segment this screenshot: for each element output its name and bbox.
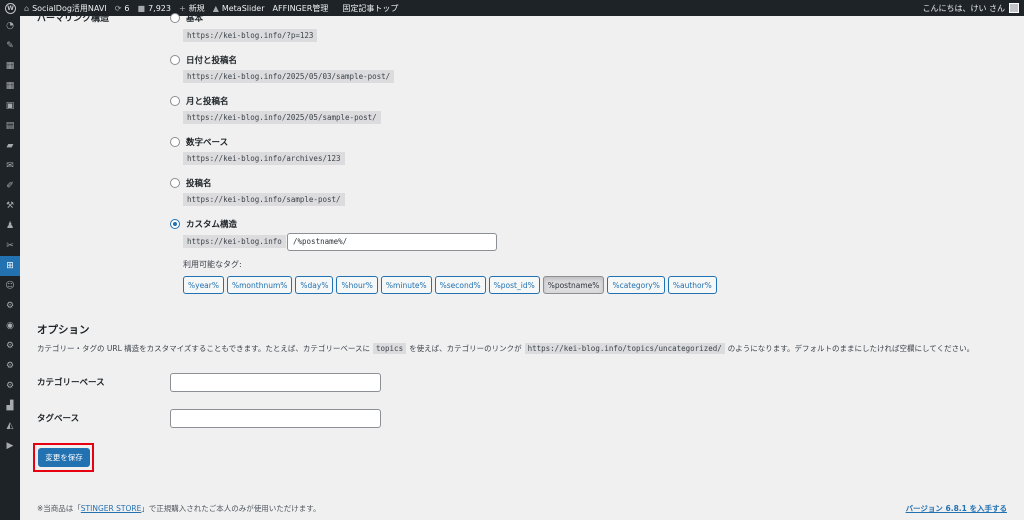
- metaslider-icon: ▲: [212, 3, 219, 13]
- robot-icon[interactable]: ☺: [0, 276, 20, 296]
- plugin-icon[interactable]: ⚒: [0, 196, 20, 216]
- main-content: パーマリンク構造 基本 https://kei-blog.info/?p=123…: [20, 13, 1024, 520]
- tag-minute-button[interactable]: %minute%: [380, 276, 432, 294]
- mail-icon[interactable]: ✉: [0, 156, 20, 176]
- option-numeric[interactable]: 数字ベース: [170, 136, 228, 148]
- custom-structure-input[interactable]: /%postname%/: [287, 233, 497, 251]
- example-month-name: https://kei-blog.info/2025/05/sample-pos…: [183, 111, 381, 124]
- tag-postname-button[interactable]: %postname%: [542, 276, 605, 294]
- avatar: [1009, 3, 1019, 13]
- example-post-name: https://kei-blog.info/sample-post/: [183, 193, 345, 206]
- radio-plain[interactable]: [170, 13, 180, 23]
- brush-icon[interactable]: ✐: [0, 176, 20, 196]
- admin-sidebar: ◔ ✎ ▦ ▦ ▣ ▤ ▰ ✉ ✐ ⚒ ♟ ✂ ⊞ ☺ ⚙ ◉ ⚙ ⚙ ⚙ ▟ …: [0, 16, 20, 520]
- settings-icon[interactable]: ⊞: [0, 256, 20, 276]
- code-topics: topics: [373, 343, 407, 354]
- radio-day-name[interactable]: [170, 55, 180, 65]
- example-numeric: https://kei-blog.info/archives/123: [183, 152, 345, 165]
- affinger-link[interactable]: AFFINGER管理: [273, 3, 329, 14]
- admin-bar: W ⌂ SocialDog活用NAVI ⟳ 6 ■ 7,923 + 新規 ▲ M…: [0, 0, 1024, 16]
- options-description: カテゴリー・タグの URL 構造をカスタマイズすることもできます。たとえば、カテ…: [37, 343, 975, 354]
- dashboard-icon[interactable]: ◔: [0, 16, 20, 36]
- plugin-circle-icon[interactable]: ◉: [0, 316, 20, 336]
- category-base-input[interactable]: [170, 373, 381, 392]
- radio-post-name[interactable]: [170, 178, 180, 188]
- tag-hour-button[interactable]: %hour%: [336, 276, 378, 294]
- chart-icon[interactable]: ▟: [0, 396, 20, 416]
- tag-category-button[interactable]: %category%: [607, 276, 665, 294]
- gear-icon[interactable]: ⚙: [0, 296, 20, 316]
- grid-icon[interactable]: ▦: [0, 76, 20, 96]
- tag-year-button[interactable]: %year%: [183, 276, 224, 294]
- pin-icon[interactable]: ✎: [0, 36, 20, 56]
- tag-author-button[interactable]: %author%: [667, 276, 717, 294]
- tag-base-input[interactable]: [170, 409, 381, 428]
- tag-post-id-button[interactable]: %post_id%: [488, 276, 540, 294]
- save-button[interactable]: 変更を保存: [38, 448, 90, 467]
- radio-custom[interactable]: [170, 219, 180, 229]
- option-day-name[interactable]: 日付と投稿名: [170, 54, 237, 66]
- home-icon: ⌂: [24, 3, 30, 13]
- wordpress-logo-icon[interactable]: W: [5, 2, 16, 14]
- gear-icon[interactable]: ⚙: [0, 356, 20, 376]
- code-example-url: https://kei-blog.info/topics/uncategoriz…: [524, 343, 725, 354]
- footer-notice: ※当商品は「STINGER STORE」で正規購入されたご本人のみが使用いただけ…: [37, 504, 321, 513]
- tag-day-button[interactable]: %day%: [295, 276, 334, 294]
- fixed-top-link[interactable]: 固定記事トップ: [342, 3, 398, 14]
- tools-icon[interactable]: ✂: [0, 236, 20, 256]
- category-base-label: カテゴリーベース: [37, 378, 105, 388]
- blocks-icon[interactable]: ▦: [0, 56, 20, 76]
- tag-buttons: %year% %monthnum% %day% %hour% %minute% …: [183, 276, 717, 294]
- comments-link[interactable]: ■ 7,923: [138, 4, 171, 13]
- tag-monthnum-button[interactable]: %monthnum%: [227, 276, 293, 294]
- radio-numeric[interactable]: [170, 137, 180, 147]
- tag-second-button[interactable]: %second%: [434, 276, 486, 294]
- tag-base-label: タグベース: [37, 414, 80, 424]
- get-version-link[interactable]: バージョン 6.8.1 を入手する: [906, 503, 1007, 514]
- metaslider-link[interactable]: ▲ MetaSlider: [213, 4, 265, 13]
- users-icon[interactable]: ♟: [0, 216, 20, 236]
- option-month-name[interactable]: 月と投稿名: [170, 95, 229, 107]
- options-heading: オプション: [37, 324, 90, 336]
- available-tags-label: 利用可能なタグ:: [183, 260, 242, 269]
- play-icon[interactable]: ▶: [0, 436, 20, 456]
- gear-icon[interactable]: ⚙: [0, 336, 20, 356]
- updates-link[interactable]: ⟳ 6: [115, 4, 130, 13]
- example-day-name: https://kei-blog.info/2025/05/03/sample-…: [183, 70, 395, 83]
- custom-base-prefix: https://kei-blog.info: [183, 235, 286, 248]
- stinger-store-link[interactable]: STINGER STORE: [81, 504, 142, 513]
- option-plain[interactable]: 基本: [170, 12, 203, 24]
- permalink-heading: パーマリンク構造: [37, 14, 110, 24]
- option-post-name[interactable]: 投稿名: [170, 177, 212, 189]
- comments-icon[interactable]: ▰: [0, 136, 20, 156]
- pages-icon[interactable]: ▤: [0, 116, 20, 136]
- media-icon[interactable]: ▣: [0, 96, 20, 116]
- radio-month-name[interactable]: [170, 96, 180, 106]
- comment-icon: ■: [137, 3, 146, 13]
- example-plain: https://kei-blog.info/?p=123: [183, 29, 318, 42]
- gear-icon[interactable]: ⚙: [0, 376, 20, 396]
- account-menu[interactable]: こんにちは、けい さん: [922, 3, 1019, 14]
- option-custom[interactable]: カスタム構造: [170, 218, 237, 230]
- refresh-icon: ⟳: [114, 3, 122, 13]
- mountain-icon[interactable]: ◭: [0, 416, 20, 436]
